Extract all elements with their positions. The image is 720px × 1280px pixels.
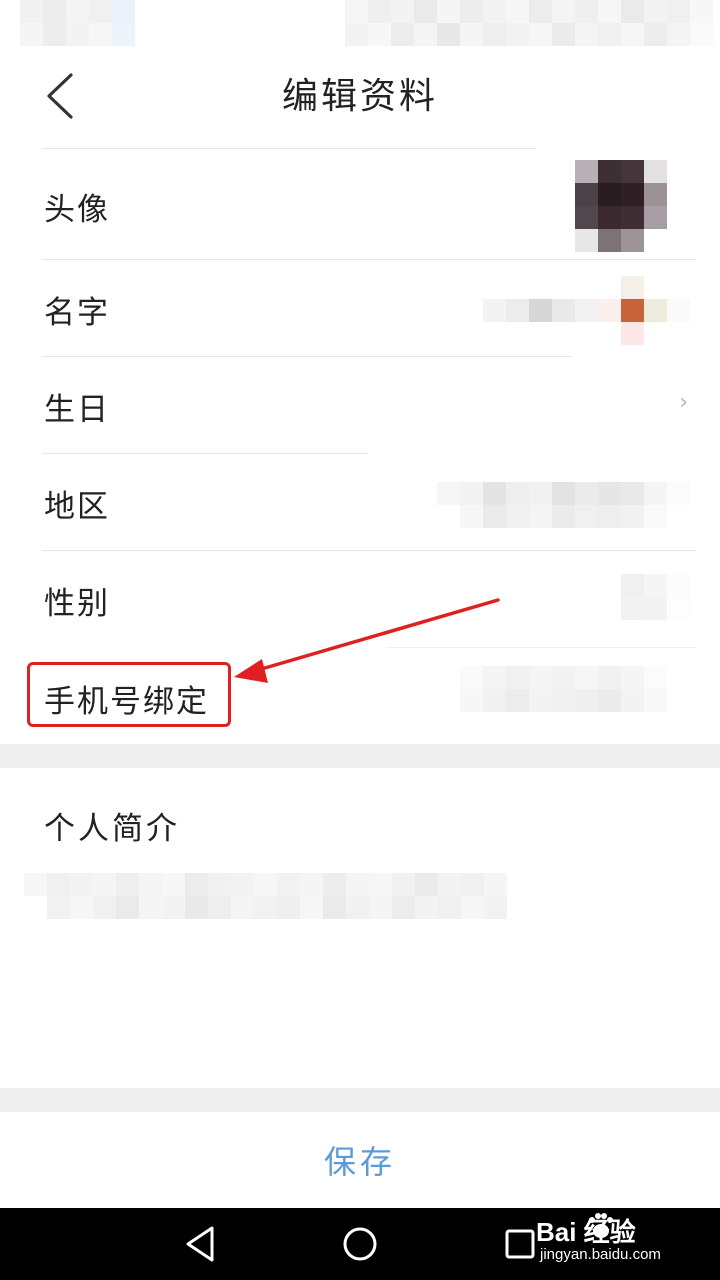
phone-value-blur	[460, 666, 690, 712]
circle-home-icon	[343, 1227, 377, 1261]
back-button[interactable]	[30, 64, 90, 128]
region-row[interactable]: 地区	[0, 454, 720, 551]
nav-home-button[interactable]	[330, 1218, 390, 1270]
name-value-blur	[483, 276, 690, 345]
birthday-label: 生日	[44, 392, 110, 428]
square-recents-icon	[505, 1229, 535, 1259]
gender-row[interactable]: 性别	[0, 551, 720, 648]
status-bar-right-blur	[345, 0, 713, 46]
status-bar	[0, 0, 720, 46]
footer-separator	[0, 1088, 720, 1112]
region-value-blur	[437, 482, 690, 528]
avatar-row[interactable]: 头像	[0, 149, 720, 260]
name-label: 名字	[44, 295, 110, 331]
region-label: 地区	[44, 489, 110, 525]
birthday-row[interactable]: 生日 ›	[0, 357, 720, 454]
triangle-back-icon	[186, 1226, 214, 1262]
screen: 编辑资料 头像 名字 生日 › 地区 性别 手机号绑定 个人简介 保存 Bai …	[0, 0, 720, 1280]
phone-binding-row[interactable]: 手机号绑定	[0, 648, 720, 744]
gender-label: 性别	[44, 586, 110, 622]
nav-back-button[interactable]	[170, 1218, 230, 1270]
chevron-right-icon: ›	[679, 390, 688, 415]
page-title: 编辑资料	[281, 76, 438, 117]
section-separator	[0, 744, 720, 768]
bio-text-blur[interactable]	[24, 873, 507, 919]
avatar	[575, 160, 667, 252]
nav-recents-button[interactable]	[490, 1218, 550, 1270]
gender-value-blur	[621, 574, 690, 620]
header: 编辑资料	[0, 46, 720, 148]
chevron-left-icon	[47, 73, 73, 119]
name-row[interactable]: 名字	[0, 260, 720, 357]
save-button[interactable]: 保存	[0, 1112, 720, 1208]
phone-binding-label: 手机号绑定	[44, 684, 209, 720]
system-nav-bar	[0, 1208, 720, 1280]
avatar-label: 头像	[44, 192, 110, 228]
bio-label: 个人简介	[44, 811, 180, 847]
status-bar-blur	[20, 0, 135, 46]
